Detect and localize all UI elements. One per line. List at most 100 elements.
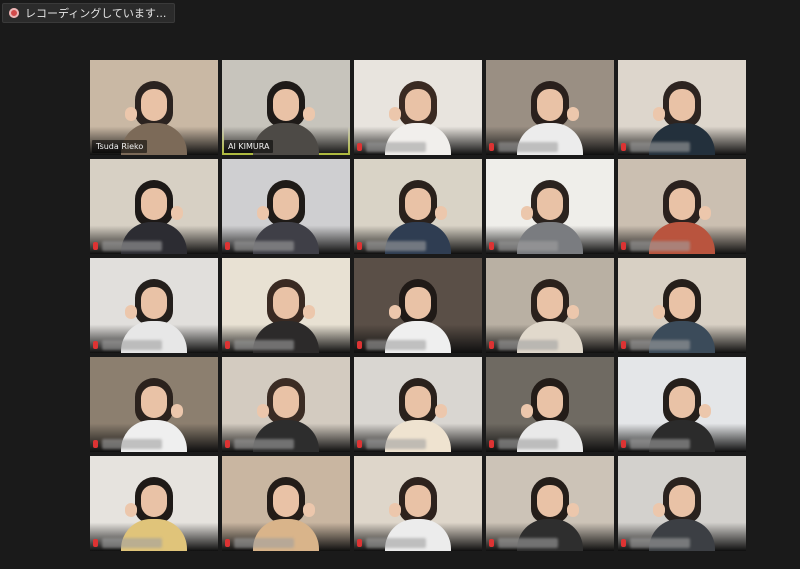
participant-tile[interactable]	[222, 456, 350, 551]
participant-tile[interactable]	[618, 258, 746, 353]
blurred-name-label	[498, 340, 558, 350]
muted-mic-icon	[225, 440, 230, 448]
blurred-name-label	[366, 538, 426, 548]
muted-mic-icon	[621, 539, 626, 547]
participant-tile[interactable]	[354, 159, 482, 254]
participant-video	[486, 159, 614, 254]
blurred-name-label	[498, 538, 558, 548]
participant-video	[90, 159, 218, 254]
participant-video	[354, 60, 482, 155]
muted-mic-icon	[225, 242, 230, 250]
participant-video	[90, 258, 218, 353]
muted-mic-icon	[357, 143, 362, 151]
blurred-name-label	[498, 142, 558, 152]
participant-video	[354, 258, 482, 353]
participant-tile[interactable]	[486, 159, 614, 254]
blurred-name-label	[102, 538, 162, 548]
participant-tile[interactable]	[486, 357, 614, 452]
muted-mic-icon	[489, 341, 494, 349]
participant-video	[90, 357, 218, 452]
muted-mic-icon	[621, 242, 626, 250]
participant-tile[interactable]	[222, 258, 350, 353]
participant-video	[222, 159, 350, 254]
blurred-name-label	[234, 538, 294, 548]
participant-tile[interactable]	[354, 258, 482, 353]
muted-mic-icon	[621, 341, 626, 349]
participant-name: Tsuda Rieko	[92, 140, 148, 153]
blurred-name-label	[234, 340, 294, 350]
participant-video	[354, 159, 482, 254]
participant-video	[486, 456, 614, 551]
recording-label: レコーディングしています...	[25, 7, 167, 20]
participant-video	[486, 357, 614, 452]
blurred-name-label	[498, 439, 558, 449]
participant-tile[interactable]	[354, 456, 482, 551]
blurred-name-label	[366, 340, 426, 350]
participant-tile[interactable]	[486, 60, 614, 155]
muted-mic-icon	[93, 341, 98, 349]
participant-video	[222, 357, 350, 452]
muted-mic-icon	[225, 341, 230, 349]
participant-video	[354, 456, 482, 551]
participant-video	[486, 258, 614, 353]
muted-mic-icon	[489, 242, 494, 250]
blurred-name-label	[630, 142, 690, 152]
muted-mic-icon	[489, 440, 494, 448]
participant-video	[618, 456, 746, 551]
muted-mic-icon	[489, 143, 494, 151]
participant-tile[interactable]	[354, 357, 482, 452]
muted-mic-icon	[93, 539, 98, 547]
blurred-name-label	[366, 142, 426, 152]
participant-name: AI KIMURA	[224, 140, 274, 153]
participant-tile[interactable]	[618, 456, 746, 551]
recording-indicator[interactable]: レコーディングしています...	[2, 3, 176, 23]
participant-video	[618, 159, 746, 254]
participant-video	[222, 258, 350, 353]
participant-tile[interactable]	[618, 159, 746, 254]
zoom-meeting-window: レコーディングしています... Tsuda Rieko AI KIMURA	[0, 0, 800, 569]
gallery-view: Tsuda Rieko AI KIMURA	[90, 60, 746, 552]
participant-tile[interactable]	[222, 159, 350, 254]
muted-mic-icon	[225, 539, 230, 547]
muted-mic-icon	[357, 539, 362, 547]
participant-video	[618, 258, 746, 353]
blurred-name-label	[366, 241, 426, 251]
record-icon	[9, 8, 19, 18]
blurred-name-label	[102, 439, 162, 449]
muted-mic-icon	[93, 242, 98, 250]
muted-mic-icon	[621, 440, 626, 448]
blurred-name-label	[366, 439, 426, 449]
muted-mic-icon	[357, 341, 362, 349]
participant-tile[interactable]	[354, 60, 482, 155]
participant-video	[222, 456, 350, 551]
participant-tile[interactable]	[90, 357, 218, 452]
participant-tile[interactable]	[222, 357, 350, 452]
participant-tile[interactable]	[618, 60, 746, 155]
blurred-name-label	[234, 439, 294, 449]
blurred-name-label	[102, 340, 162, 350]
muted-mic-icon	[357, 440, 362, 448]
blurred-name-label	[630, 340, 690, 350]
muted-mic-icon	[357, 242, 362, 250]
participant-tile[interactable]: Tsuda Rieko	[90, 60, 218, 155]
blurred-name-label	[498, 241, 558, 251]
participant-video	[618, 357, 746, 452]
blurred-name-label	[630, 538, 690, 548]
participant-tile[interactable]	[90, 258, 218, 353]
participant-tile[interactable]	[90, 159, 218, 254]
participant-tile[interactable]: AI KIMURA	[222, 60, 350, 155]
participant-tile[interactable]	[486, 456, 614, 551]
blurred-name-label	[630, 241, 690, 251]
muted-mic-icon	[489, 539, 494, 547]
blurred-name-label	[630, 439, 690, 449]
participant-tile[interactable]	[486, 258, 614, 353]
muted-mic-icon	[93, 440, 98, 448]
participant-tile[interactable]	[618, 357, 746, 452]
participant-video	[486, 60, 614, 155]
muted-mic-icon	[621, 143, 626, 151]
participant-video	[618, 60, 746, 155]
blurred-name-label	[102, 241, 162, 251]
blurred-name-label	[234, 241, 294, 251]
participant-video	[354, 357, 482, 452]
participant-tile[interactable]	[90, 456, 218, 551]
